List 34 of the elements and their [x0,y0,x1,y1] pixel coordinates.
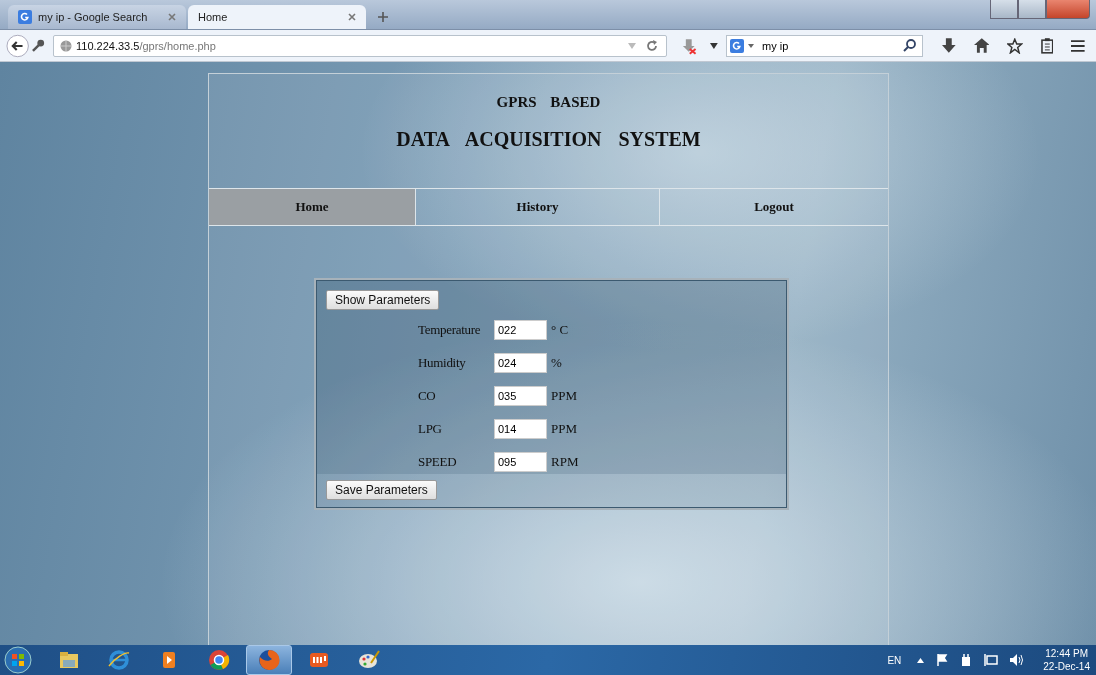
nav-tab[interactable]: Home [209,189,416,225]
search-field[interactable]: my ip [726,34,923,57]
unit-label: PPM [551,388,579,404]
parameter-label: SPEED [418,454,458,470]
parameter-field[interactable]: 095 [494,452,547,472]
parameter-field[interactable]: 014 [494,419,547,439]
tab-title: my ip - Google Search [38,11,149,23]
parameter-field[interactable]: 022 [494,320,547,340]
search-text: my ip [762,39,789,52]
unit-label: ° C [551,322,570,338]
unit-label: % [551,355,563,371]
language-indicator[interactable]: EN [887,654,902,666]
unit-label: PPM [551,421,579,437]
browser-tab[interactable]: Home [188,5,366,29]
unit-label: RPM [551,454,580,470]
parameter-label: LPG [418,421,443,437]
page-title: GPRS BASED [496,94,601,111]
clock-time: 12:44 PM [1045,647,1089,660]
page-title: DATA ACQUISITION SYSTEM [396,128,701,151]
parameter-field[interactable]: 035 [494,386,547,406]
browser-tab[interactable]: my ip - Google Search [8,5,186,29]
save-parameters-button[interactable]: Save Parameters [326,480,437,500]
address-bar[interactable]: 110.224.33.5/gprs/home.php [53,34,667,57]
nav-tab[interactable]: Logout [660,189,888,225]
url-host: 110.224.33.5 [76,39,140,52]
parameter-label: Temperature [418,322,482,338]
tab-title: Home [198,11,229,23]
nav-tab[interactable]: History [416,189,660,225]
show-parameters-button[interactable]: Show Parameters [326,290,440,310]
clock-date: 22-Dec-14 [1043,660,1090,673]
parameter-label: Humidity [418,355,467,371]
parameter-label: CO [418,388,437,404]
url-path: /gprs/home.php [139,39,216,52]
parameter-field[interactable]: 024 [494,353,547,373]
